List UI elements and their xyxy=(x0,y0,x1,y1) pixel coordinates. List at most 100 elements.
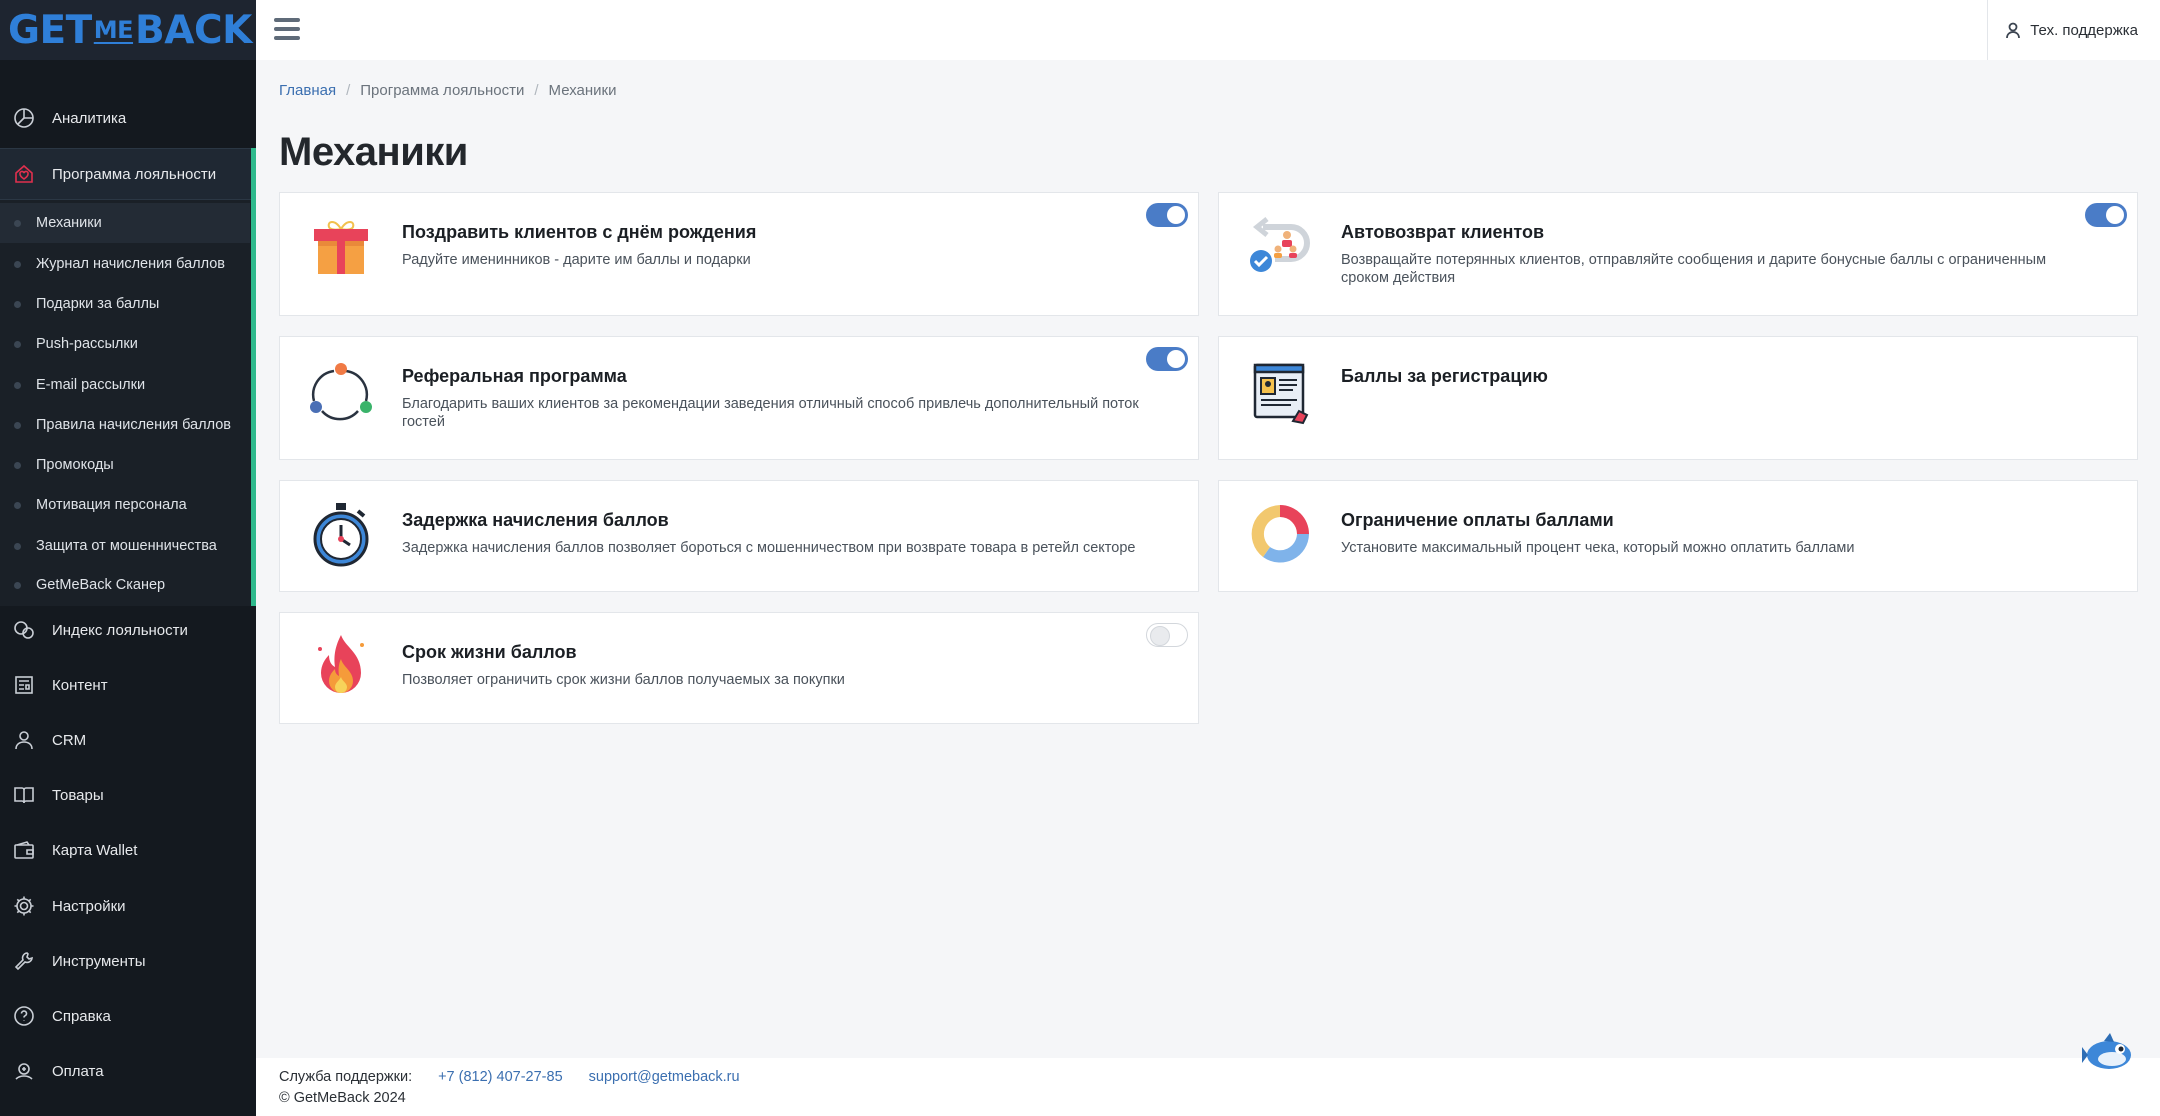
mechanic-card-auto-return[interactable]: Автовозврат клиентов Возвращайте потерян… xyxy=(1218,192,2138,316)
submenu-label: Промокоды xyxy=(36,457,114,473)
card-description: Радуйте именинников - дарите им баллы и … xyxy=(402,252,751,268)
submenu-label: E-mail рассылки xyxy=(36,377,146,393)
footer-support-label: Служба поддержки: xyxy=(279,1069,413,1085)
bullet-dot xyxy=(14,341,21,348)
logo-bar: GET ME BACK xyxy=(0,0,256,60)
sidebar-item-label: Товары xyxy=(52,786,104,804)
user-icon xyxy=(2006,22,2021,39)
footer-copyright: © GetMeBack 2024 xyxy=(279,1090,406,1106)
home-heart-icon xyxy=(13,163,35,185)
submenu-label: Подарки за баллы xyxy=(36,296,160,312)
toggle-switch-on[interactable] xyxy=(2085,203,2127,227)
sidebar-item-payment[interactable]: Оплата xyxy=(0,1045,256,1097)
registration-icon xyxy=(1253,363,1309,425)
book-icon xyxy=(13,784,35,806)
wallet-icon xyxy=(13,839,35,861)
wrench-icon xyxy=(13,950,35,972)
card-description: Позволяет ограничить срок жизни баллов п… xyxy=(402,672,845,688)
submenu-item-mechanics[interactable]: Механики xyxy=(0,203,250,243)
referral-icon xyxy=(310,363,372,421)
sidebar-item-label: Карта Wallet xyxy=(52,841,138,859)
card-title: Автовозврат клиентов xyxy=(1341,222,1545,242)
sidebar-item-label: Справка xyxy=(52,1007,111,1025)
submenu-label: Push-рассылки xyxy=(36,336,138,352)
card-description: Задержка начисления баллов позволяет бор… xyxy=(402,540,1136,556)
content-icon xyxy=(13,674,35,696)
bullet-dot xyxy=(14,462,21,469)
tech-support-link[interactable]: Тех. поддержка xyxy=(1987,0,2160,60)
card-title: Задержка начисления баллов xyxy=(402,510,669,530)
mechanic-card-payment-limit[interactable]: Ограничение оплаты баллами Установите ма… xyxy=(1218,480,2138,592)
bullet-dot xyxy=(14,382,21,389)
submenu-item-fraud[interactable]: Защита от мошенничества xyxy=(0,526,250,566)
sidebar-item-products[interactable]: Товары xyxy=(0,769,256,821)
breadcrumb-home[interactable]: Главная xyxy=(279,82,336,99)
sidebar: GET ME BACK Аналитика Программа лояльности… xyxy=(0,0,256,1116)
mechanic-card-referral[interactable]: Реферальная программа Благодарить ваших … xyxy=(279,336,1199,460)
card-title: Поздравить клиентов с днём рождения xyxy=(402,222,757,242)
submenu-item-points-log[interactable]: Журнал начисления баллов xyxy=(0,244,250,284)
sidebar-item-loyalty-index[interactable]: Индекс лояльности xyxy=(0,604,256,656)
sidebar-item-tools[interactable]: Инструменты xyxy=(0,935,256,987)
logo-me: ME xyxy=(93,16,134,44)
breadcrumb: Главная / Программа лояльности / Механик… xyxy=(279,82,617,99)
mechanic-card-registration[interactable]: Баллы за регистрацию xyxy=(1218,336,2138,460)
sidebar-item-analytics[interactable]: Аналитика xyxy=(0,92,256,144)
footer-phone-link[interactable]: +7 (812) 407-27-85 xyxy=(438,1069,563,1085)
submenu-label: Защита от мошенничества xyxy=(36,538,217,554)
sidebar-item-crm[interactable]: CRM xyxy=(0,714,256,766)
submenu-item-push[interactable]: Push-рассылки xyxy=(0,324,250,364)
card-title: Ограничение оплаты баллами xyxy=(1341,510,1614,530)
toggle-switch-off[interactable] xyxy=(1146,623,1188,647)
submenu-item-promocodes[interactable]: Промокоды xyxy=(0,445,250,485)
mechanic-card-points-lifetime[interactable]: Срок жизни баллов Позволяет ограничить с… xyxy=(279,612,1199,724)
page-title: Механики xyxy=(279,130,468,174)
sidebar-item-label: Настройки xyxy=(52,897,126,915)
bullet-dot xyxy=(14,543,21,550)
sidebar-item-settings[interactable]: Настройки xyxy=(0,880,256,932)
toggle-switch-on[interactable] xyxy=(1146,203,1188,227)
footer: Служба поддержки: +7 (812) 407-27-85 sup… xyxy=(256,1058,2160,1116)
user-icon xyxy=(13,729,35,751)
tech-support-label: Тех. поддержка xyxy=(2030,21,2138,39)
payment-icon xyxy=(13,1060,35,1082)
footer-email-link[interactable]: support@getmeback.ru xyxy=(589,1069,740,1085)
sidebar-item-content[interactable]: Контент xyxy=(0,659,256,711)
fire-icon xyxy=(318,635,364,693)
submenu-item-email[interactable]: E-mail рассылки xyxy=(0,365,250,405)
sidebar-item-help[interactable]: Справка xyxy=(0,990,256,1042)
breadcrumb-separator: / xyxy=(346,82,351,99)
sidebar-item-label: Аналитика xyxy=(52,109,127,127)
submenu-item-gifts[interactable]: Подарки за баллы xyxy=(0,284,250,324)
card-description: Благодарить ваших клиентов за рекомендац… xyxy=(402,396,1139,430)
submenu-label: Механики xyxy=(36,215,102,231)
chat-widget-fish-icon[interactable] xyxy=(2082,1030,2136,1076)
sidebar-item-label: Инструменты xyxy=(52,952,146,970)
sidebar-item-wallet[interactable]: Карта Wallet xyxy=(0,824,256,876)
chat-icon xyxy=(13,619,35,641)
submenu-label: Журнал начисления баллов xyxy=(36,256,225,272)
bullet-dot xyxy=(14,301,21,308)
sidebar-item-label: Контент xyxy=(52,676,108,694)
submenu-item-motivation[interactable]: Мотивация персонала xyxy=(0,485,250,525)
card-title: Срок жизни баллов xyxy=(402,642,577,662)
gift-icon xyxy=(314,221,368,274)
bullet-dot xyxy=(14,582,21,589)
bullet-dot xyxy=(14,261,21,268)
active-section-accent xyxy=(251,148,256,606)
mechanic-card-delay[interactable]: Задержка начисления баллов Задержка начи… xyxy=(279,480,1199,592)
logo[interactable]: GET ME BACK xyxy=(8,8,252,53)
mechanic-card-birthday[interactable]: Поздравить клиентов с днём рождения Раду… xyxy=(279,192,1199,316)
footer-support-row: Служба поддержки: +7 (812) 407-27-85 sup… xyxy=(279,1069,740,1085)
submenu-item-scanner[interactable]: GetMeBack Сканер xyxy=(0,565,250,605)
toggle-switch-on[interactable] xyxy=(1146,347,1188,371)
submenu-item-rules[interactable]: Правила начисления баллов xyxy=(0,405,250,445)
breadcrumb-separator: / xyxy=(534,82,539,99)
top-bar: Тех. поддержка xyxy=(256,0,2160,60)
sidebar-item-loyalty[interactable]: Программа лояльности xyxy=(0,148,256,200)
sidebar-item-label: Оплата xyxy=(52,1062,104,1080)
breadcrumb-section[interactable]: Программа лояльности xyxy=(360,82,524,99)
return-icon xyxy=(1250,217,1310,272)
stopwatch-icon xyxy=(313,503,369,567)
hamburger-menu-icon[interactable] xyxy=(274,18,300,40)
